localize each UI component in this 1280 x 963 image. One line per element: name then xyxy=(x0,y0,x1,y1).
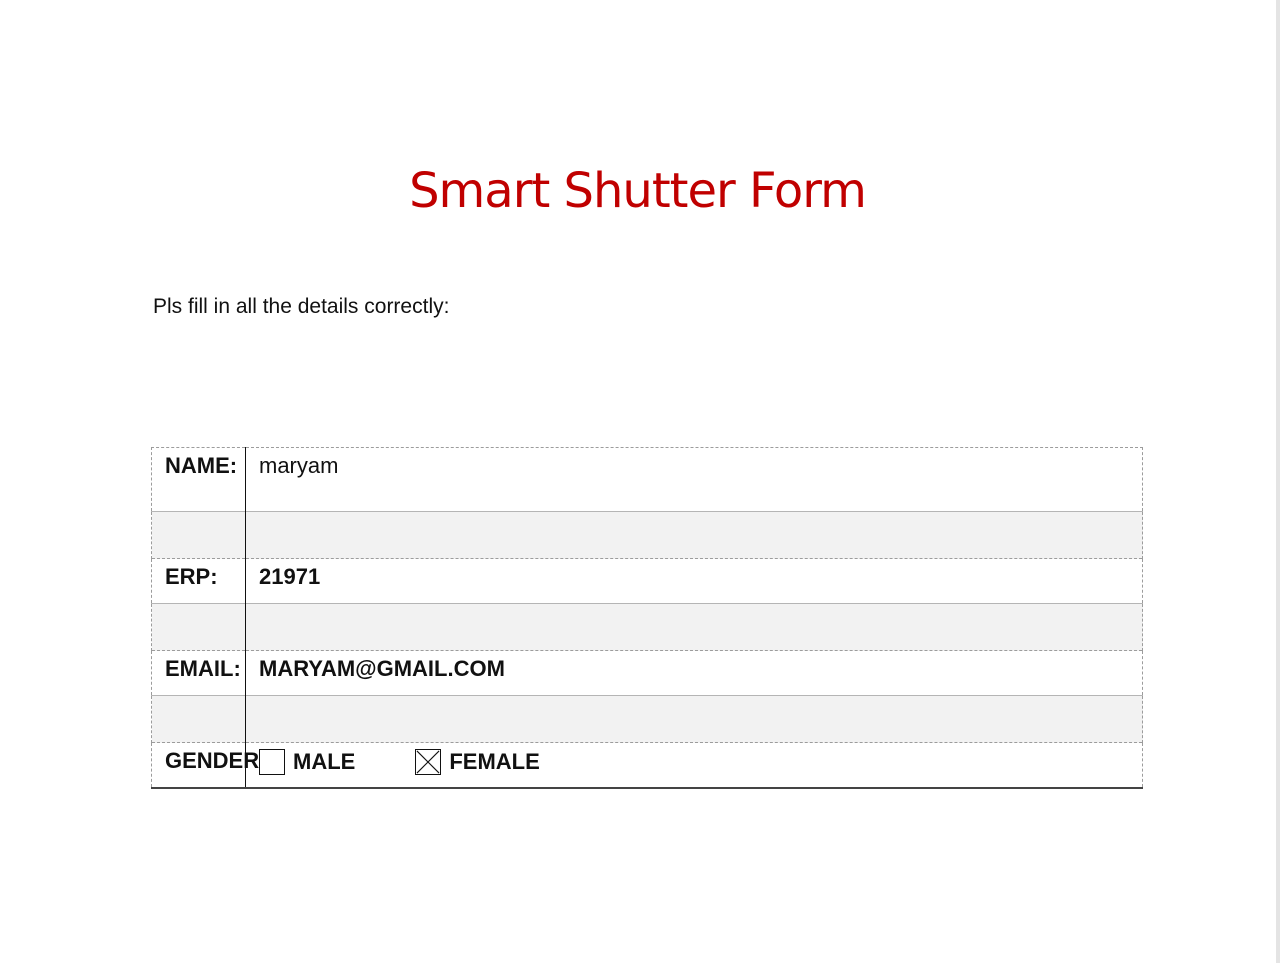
name-field[interactable]: maryam xyxy=(245,447,1143,512)
male-checkbox[interactable] xyxy=(259,749,285,775)
gender-field: MALE FEMALE xyxy=(245,742,1143,789)
female-option[interactable]: FEMALE xyxy=(415,748,540,776)
male-option[interactable]: MALE xyxy=(259,748,355,776)
spacer-cell xyxy=(151,695,246,743)
female-checkbox[interactable] xyxy=(415,749,442,775)
spacer-row xyxy=(151,695,1143,743)
erp-field[interactable]: 21971 xyxy=(245,558,1143,604)
details-table: NAME: maryam ERP: 21971 EMAIL: MARYAM@GM… xyxy=(151,447,1143,789)
page-edge xyxy=(1276,0,1280,963)
email-row: EMAIL: MARYAM@GMAIL.COM xyxy=(151,650,1143,696)
spacer-cell xyxy=(245,511,1143,559)
spacer-cell xyxy=(245,695,1143,743)
gender-options: MALE FEMALE xyxy=(259,747,1129,777)
email-field[interactable]: MARYAM@GMAIL.COM xyxy=(245,650,1143,696)
name-label: NAME: xyxy=(151,447,246,512)
female-label: FEMALE xyxy=(449,749,540,774)
spacer-cell xyxy=(151,511,246,559)
instructions-text: Pls fill in all the details correctly: xyxy=(153,295,450,318)
male-label: MALE xyxy=(293,749,356,774)
spacer-cell xyxy=(151,603,246,651)
gender-label: GENDER: xyxy=(151,742,266,789)
spacer-cell xyxy=(245,603,1143,651)
spacer-row xyxy=(151,511,1143,559)
spacer-row xyxy=(151,603,1143,651)
erp-row: ERP: 21971 xyxy=(151,558,1143,604)
checkmark-x-icon xyxy=(416,750,440,774)
form-title: Smart Shutter Form xyxy=(409,163,867,219)
gender-row: GENDER: MALE FEMALE xyxy=(151,742,1143,789)
email-label: EMAIL: xyxy=(151,650,246,696)
erp-label: ERP: xyxy=(151,558,246,604)
name-row: NAME: maryam xyxy=(151,447,1143,512)
